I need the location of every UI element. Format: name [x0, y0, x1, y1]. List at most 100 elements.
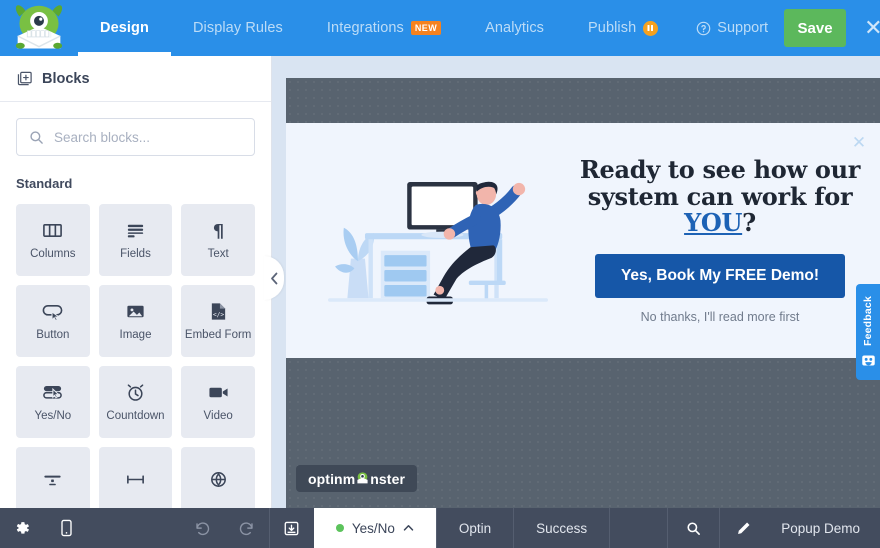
nav-tab-label: Publish — [588, 20, 637, 36]
campaign-name-label: Popup Demo — [781, 520, 860, 536]
sidebar-title: Blocks — [42, 70, 90, 87]
block-tile-video[interactable]: Video — [181, 366, 255, 438]
question-circle-icon — [696, 21, 711, 35]
paragraph-icon: ¶ — [208, 220, 229, 241]
chevron-left-icon — [270, 272, 277, 284]
settings-button[interactable] — [0, 508, 44, 548]
block-label: Image — [119, 329, 152, 341]
pause-status-icon — [643, 20, 659, 36]
popup-body: Ready to see how our system can work for… — [286, 123, 880, 358]
alarm-clock-icon — [125, 382, 146, 403]
block-label: Text — [207, 248, 229, 260]
popup-cta-button[interactable]: Yes, Book My FREE Demo! — [594, 254, 846, 299]
search-box[interactable] — [16, 118, 255, 156]
bottom-toolbar: Yes/No Optin Success Popup Demo — [0, 508, 880, 548]
top-header: Design Display Rules Integrations NEW An… — [0, 0, 880, 56]
block-tile-text[interactable]: ¶ Text — [181, 204, 255, 276]
search-input[interactable] — [54, 129, 242, 145]
watermark-text-start: optinm — [308, 470, 356, 487]
decline-label: No thanks, I'll read more first — [640, 310, 800, 325]
add-block-icon — [17, 71, 32, 86]
nav-tab-label: Design — [100, 20, 149, 36]
redo-button[interactable] — [225, 508, 269, 548]
nav-tab-label: Display Rules — [192, 20, 283, 36]
app-logo[interactable] — [0, 0, 78, 56]
fields-icon — [125, 220, 146, 241]
block-label: Columns — [30, 248, 76, 260]
nav-tab-display-rules[interactable]: Display Rules — [171, 0, 305, 56]
redo-icon — [240, 521, 254, 535]
bottom-tab-success[interactable]: Success — [513, 508, 609, 548]
bottom-tab-label: Yes/No — [351, 520, 395, 536]
block-tile-countdown[interactable]: Countdown — [98, 366, 173, 438]
campaign-overlay: ✕ Ready to see how our system can work f… — [286, 78, 880, 508]
block-tile-fields[interactable]: Fields — [98, 204, 173, 276]
svg-text:¶: ¶ — [212, 221, 224, 241]
mobile-device-icon — [60, 519, 72, 537]
cta-label: Yes, Book My FREE Demo! — [620, 267, 820, 285]
block-label: Video — [203, 410, 233, 422]
bottom-tab-label: Optin — [458, 520, 492, 536]
popup-close-button[interactable]: ✕ — [848, 131, 870, 153]
bottom-tab-optin[interactable]: Optin — [435, 508, 513, 548]
blocks-grid: Columns Fields ¶ Text Button Image </> E… — [0, 191, 271, 535]
spacer-icon — [124, 469, 147, 490]
bottom-tab-yes-no[interactable]: Yes/No — [313, 508, 436, 548]
close-builder-button[interactable]: ✕ — [864, 17, 880, 39]
save-label: Save — [797, 19, 833, 37]
undo-button[interactable] — [181, 508, 225, 548]
popup-campaign: ✕ Ready to see how our system can work f… — [286, 123, 880, 358]
watermark-text-end: nster — [370, 470, 405, 487]
preview-button[interactable] — [667, 508, 719, 548]
nav-tab-label: Integrations — [326, 20, 404, 36]
social-icon — [208, 469, 229, 490]
yes-no-icon — [41, 382, 64, 403]
search-icon — [30, 130, 43, 144]
popup-illustration-container — [286, 166, 576, 316]
nav-tab-design[interactable]: Design — [78, 0, 171, 56]
headline-highlight: YOU — [684, 208, 743, 238]
nav-tab-integrations[interactable]: Integrations NEW — [305, 0, 463, 56]
campaign-canvas: ✕ Ready to see how our system can work f… — [272, 56, 880, 508]
bottom-tab-label: Success — [536, 520, 588, 536]
save-template-icon — [284, 521, 299, 535]
bottom-tab-empty — [609, 508, 667, 548]
sidebar-header: Blocks — [0, 56, 271, 102]
new-badge: NEW — [410, 21, 442, 35]
popup-headline: Ready to see how our system can work for… — [578, 156, 862, 238]
embed-form-icon: </> — [209, 301, 228, 322]
optinmonster-watermark: optinm nster — [296, 465, 417, 492]
nav-tab-analytics[interactable]: Analytics — [463, 0, 566, 56]
block-tile-image[interactable]: Image — [98, 285, 173, 357]
save-template-button[interactable] — [270, 508, 314, 548]
search-icon — [687, 521, 701, 535]
svg-text:</>: </> — [212, 312, 224, 319]
nav-tab-publish[interactable]: Publish — [566, 0, 680, 56]
image-icon — [125, 301, 146, 322]
columns-icon — [42, 220, 63, 241]
block-tile-embed-form[interactable]: </> Embed Form — [181, 285, 255, 357]
main-nav-tabs: Design Display Rules Integrations NEW An… — [78, 0, 680, 56]
support-button[interactable]: Support — [680, 20, 784, 36]
undo-icon — [196, 521, 210, 535]
video-camera-icon — [207, 382, 230, 403]
save-button[interactable]: Save — [784, 9, 847, 47]
mobile-preview-button[interactable] — [44, 508, 88, 548]
chevron-up-icon — [403, 525, 414, 531]
monster-face-icon — [861, 355, 875, 366]
support-label: Support — [717, 20, 769, 36]
block-tile-columns[interactable]: Columns — [16, 204, 90, 276]
campaign-name[interactable]: Popup Demo — [767, 508, 880, 548]
rename-campaign-button[interactable] — [719, 508, 767, 548]
popup-decline-link[interactable]: No thanks, I'll read more first — [641, 310, 800, 324]
nav-tab-label: Analytics — [485, 20, 545, 36]
block-tile-yes-no[interactable]: Yes/No — [16, 366, 90, 438]
optinmonster-campaign-builder: Design Display Rules Integrations NEW An… — [0, 0, 880, 548]
block-tile-button[interactable]: Button — [16, 285, 90, 357]
feedback-tab[interactable]: Feedback — [856, 284, 880, 380]
status-dot — [335, 524, 344, 532]
pencil-icon — [738, 522, 750, 534]
block-label: Fields — [120, 248, 151, 260]
optinmonster-monster-logo — [357, 472, 368, 484]
block-label: Countdown — [106, 410, 165, 422]
